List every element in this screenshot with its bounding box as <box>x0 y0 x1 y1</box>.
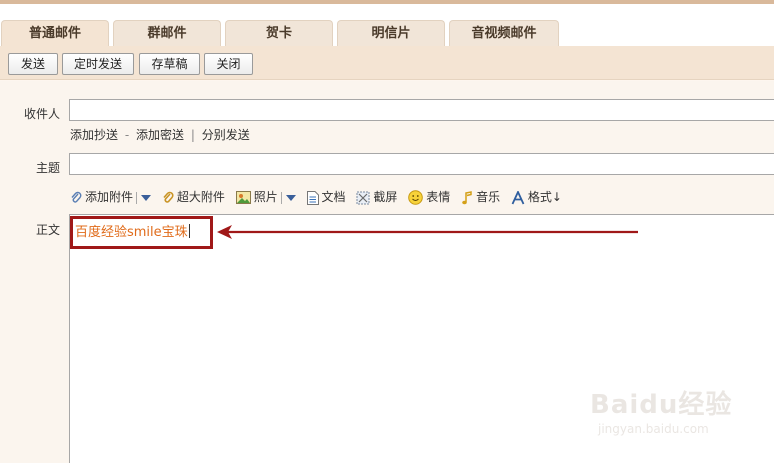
large-paperclip-icon <box>163 191 174 203</box>
chevron-down-icon[interactable] <box>285 194 296 201</box>
subject-field[interactable] <box>69 153 774 175</box>
link-bar: | <box>190 128 195 142</box>
watermark-logo: Baidu经验 <box>590 390 733 420</box>
tab-postcard[interactable]: 明信片 <box>337 20 445 46</box>
save-draft-button[interactable]: 存草稿 <box>139 53 200 75</box>
add-cc-link[interactable]: 添加抄送 <box>70 128 118 142</box>
mail-type-tabbar: 普通邮件 群邮件 贺卡 明信片 音视频邮件 <box>0 10 774 47</box>
music-button[interactable]: 音乐 <box>461 188 500 205</box>
screenshot-button[interactable]: 截屏 <box>356 188 397 205</box>
tab-greeting-card[interactable]: 贺卡 <box>225 20 333 46</box>
baidu-watermark: Baidu经验 jingyan.baidu.com <box>590 378 740 448</box>
subject-label: 主题 <box>35 161 60 175</box>
to-field[interactable] <box>69 99 774 121</box>
document-icon <box>306 190 319 205</box>
tab-group-mail[interactable]: 群邮件 <box>113 20 221 46</box>
link-dash: - <box>124 128 130 142</box>
body-label: 正文 <box>35 223 60 237</box>
music-note-icon <box>462 190 472 204</box>
photo-icon <box>235 191 251 204</box>
close-button[interactable]: 关闭 <box>204 53 253 75</box>
add-attachment-button[interactable]: 添加附件 <box>70 188 152 205</box>
cc-links: 添加抄送 - 添加密送 | 分别发送 <box>70 126 250 143</box>
top-accent-strip <box>0 0 774 10</box>
annotation-arrow <box>217 225 638 239</box>
format-button[interactable]: 格式↓ <box>511 188 562 205</box>
watermark-url: jingyan.baidu.com <box>598 422 709 436</box>
document-button[interactable]: 文档 <box>306 188 346 205</box>
send-button[interactable]: 发送 <box>8 53 58 75</box>
smiley-icon <box>408 190 424 205</box>
add-bcc-link[interactable]: 添加密送 <box>136 128 184 142</box>
to-label: 收件人 <box>23 107 60 121</box>
compose-toolbar: 发送 定时发送 存草稿 关闭 <box>0 46 774 80</box>
emoticon-button[interactable]: 表情 <box>408 188 450 205</box>
scheduled-send-button[interactable]: 定时发送 <box>62 53 134 75</box>
highlight-box <box>70 216 213 249</box>
paperclip-icon <box>71 191 82 203</box>
large-attachment-button[interactable]: 超大附件 <box>162 188 225 205</box>
tab-normal-mail[interactable]: 普通邮件 <box>1 20 109 47</box>
screenshot-icon <box>356 191 370 204</box>
separate-send-link[interactable]: 分别发送 <box>202 128 250 142</box>
attachment-toolbar: 添加附件 超大附件 照片 文档 截屏 表情 音乐 格式↓ <box>70 188 569 206</box>
tab-av-mail[interactable]: 音视频邮件 <box>449 20 559 46</box>
photo-button[interactable]: 照片 <box>235 188 296 205</box>
chevron-down-icon[interactable] <box>141 194 152 201</box>
format-text-icon <box>511 190 525 204</box>
